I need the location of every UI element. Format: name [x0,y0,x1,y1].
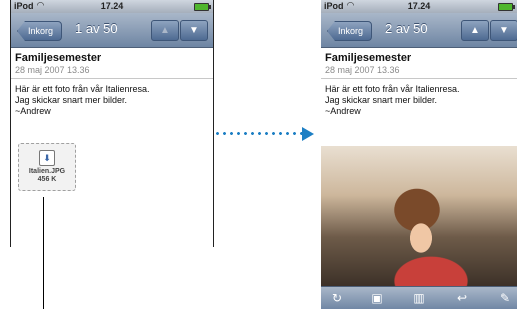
inbox-back-button[interactable]: Inkorg [327,21,373,41]
previous-message-button[interactable]: ▲ [151,20,179,41]
message-header: Familjesemester 28 maj 2007 13.36 [321,48,517,79]
mail-toolbar: ↻ ▣ ▥ ↩ ✎ [321,286,517,309]
download-icon: ⬇ [39,150,55,166]
previous-message-button[interactable]: ▲ [461,20,489,41]
compose-icon[interactable]: ✎ [497,290,513,306]
attachment-size: 456 K [37,176,57,183]
body-line-1: Här är ett foto från vår Italienresa. [325,84,460,94]
next-message-button[interactable]: ▼ [490,20,517,41]
status-bar: iPod ◠ 17.24 [11,0,213,13]
message-body: Här är ett foto från vår Italienresa. Ja… [11,79,213,117]
signature: ~Andrew [325,106,361,116]
battery-icon [194,3,211,11]
move-folder-icon[interactable]: ▣ [369,290,385,306]
message-subject: Familjesemester [15,52,102,64]
attached-photo[interactable] [321,146,517,286]
nav-bar: Inkorg 1 av 50 ▲ ▼ [11,13,213,48]
attachment-placeholder[interactable]: ⬇ Italien.JPG 456 K [18,143,76,191]
reply-icon[interactable]: ↩ [454,290,470,306]
body-line-1: Här är ett foto från vår Italienresa. [15,84,150,94]
left-mail-screen: iPod ◠ 17.24 Inkorg 1 av 50 ▲ ▼ Familjes… [10,0,214,247]
callout-line [43,197,44,309]
message-date: 28 maj 2007 13.36 [325,65,400,75]
status-bar: iPod ◠ 17.24 [321,0,517,13]
battery-icon [498,3,515,11]
clock: 17.24 [407,1,431,11]
message-header: Familjesemester 28 maj 2007 13.36 [11,48,213,79]
next-message-button[interactable]: ▼ [180,20,208,41]
message-counter: 1 av 50 [75,21,118,36]
nav-bar: Inkorg 2 av 50 ▲ ▼ [321,13,517,48]
message-subject: Familjesemester [325,52,412,64]
signature: ~Andrew [15,106,51,116]
body-line-2: Jag skickar snart mer bilder. [15,95,128,105]
clock: 17.24 [100,1,124,11]
attachment-name: Italien.JPG [28,168,66,175]
inbox-back-button[interactable]: Inkorg [17,21,63,41]
transition-arrow-icon [302,127,314,141]
refresh-icon[interactable]: ↻ [329,290,345,306]
message-counter: 2 av 50 [385,21,428,36]
message-date: 28 maj 2007 13.36 [15,65,90,75]
right-mail-screen: iPod ◠ 17.24 Inkorg 2 av 50 ▲ ▼ Familjes… [321,0,517,309]
body-line-2: Jag skickar snart mer bilder. [325,95,438,105]
trash-icon[interactable]: ▥ [411,290,427,306]
transition-dotted-line [214,132,302,135]
message-body: Här är ett foto från vår Italienresa. Ja… [321,79,517,117]
